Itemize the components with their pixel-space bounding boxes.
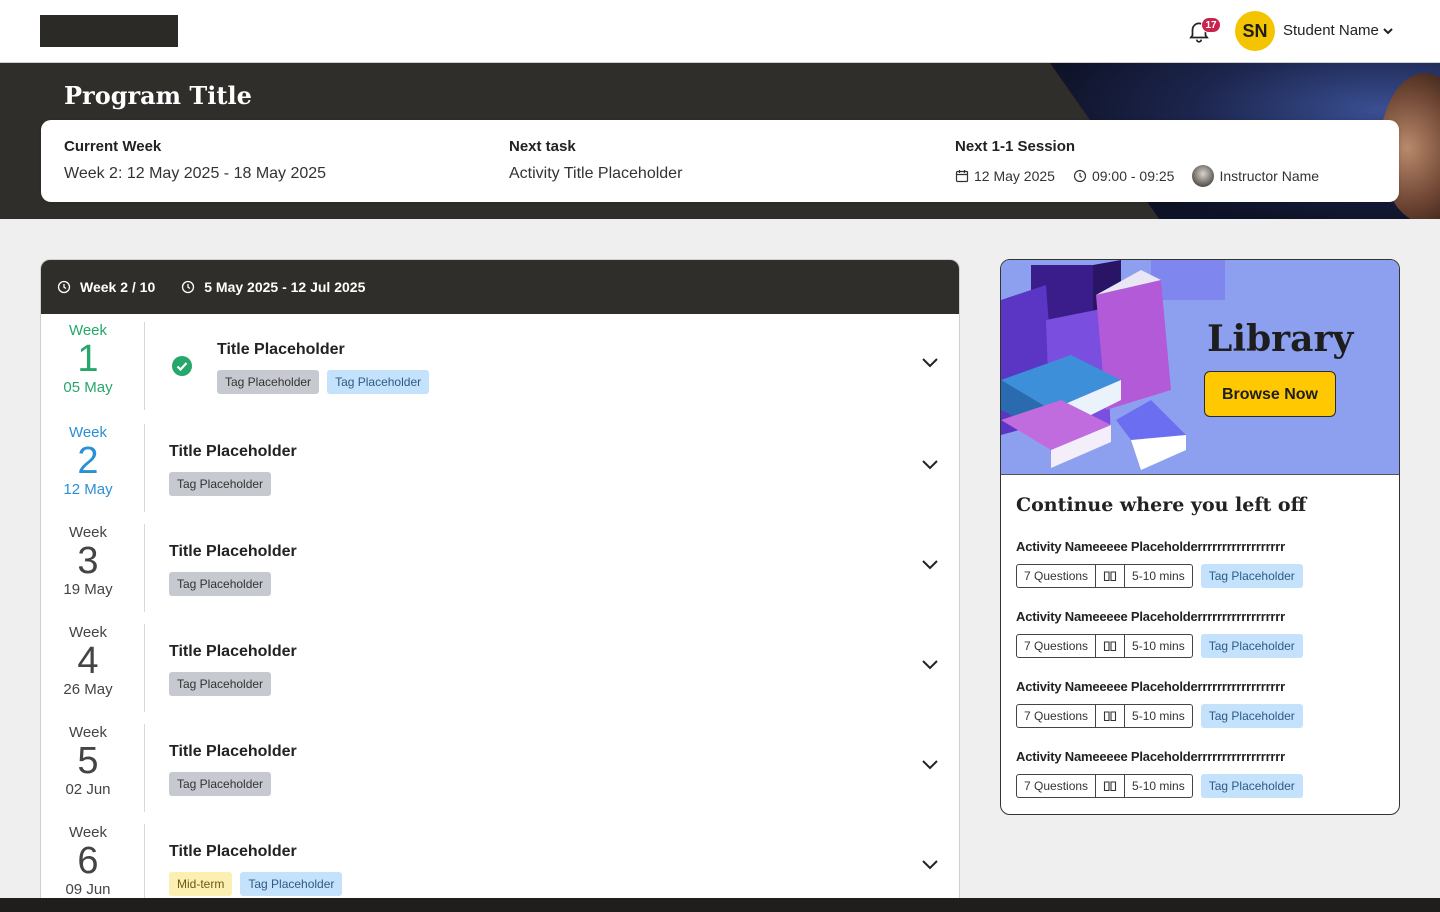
next-task-block[interactable]: Next task Activity Title Placeholder [509, 138, 682, 183]
week-title: Title Placeholder [169, 843, 297, 860]
instructor-name: Instructor Name [1219, 168, 1320, 184]
list-item[interactable]: Activity Nameeeee Placeholderrrrrrrrrrrr… [1016, 679, 1386, 728]
week-title: Title Placeholder [169, 543, 297, 560]
tag: Tag Placeholder [169, 572, 272, 596]
clock-icon [182, 280, 195, 294]
questions-count: 7 Questions [1017, 705, 1097, 727]
book-icon [1096, 565, 1126, 587]
user-name[interactable]: Student Name [1283, 22, 1379, 39]
duration: 5-10 mins [1132, 569, 1185, 583]
questions-count: 7 Questions [1017, 565, 1097, 587]
tag: Tag Placeholder [169, 772, 272, 796]
week-title: Title Placeholder [169, 743, 297, 760]
weeks-header: Week 2 / 10 5 May 2025 - 12 Jul 2025 [41, 260, 959, 314]
activity-name[interactable]: Activity Nameeeee Placeholderrrrrrrrrrrr… [1016, 679, 1386, 694]
clock-icon [1073, 169, 1087, 183]
chevron-down-icon[interactable] [921, 659, 939, 671]
activity-name[interactable]: Activity Nameeeee Placeholderrrrrrrrrrrr… [1016, 749, 1386, 764]
chevron-down-icon[interactable] [921, 459, 939, 471]
tag: Tag Placeholder [1200, 634, 1303, 658]
current-week-value: Week 2: 12 May 2025 - 18 May 2025 [64, 165, 327, 182]
weeks-panel: Week 2 / 10 5 May 2025 - 12 Jul 2025 Wee… [40, 259, 960, 912]
page-title: Program Title [64, 81, 252, 110]
activity-name[interactable]: Activity Nameeeee Placeholderrrrrrrrrrrr… [1016, 609, 1386, 624]
duration: 5-10 mins [1132, 779, 1185, 793]
week-row[interactable]: Week 2 12 May Title Placeholder Tag Plac… [41, 416, 959, 516]
week-title: Title Placeholder [217, 341, 345, 358]
next-session-block: Next 1-1 Session 12 May 2025 09:00 - 09:… [955, 138, 1319, 187]
bottom-bar [0, 898, 1440, 912]
tag: Tag Placeholder [169, 472, 272, 496]
next-task-label: Next task [509, 138, 576, 155]
chevron-down-icon[interactable] [921, 357, 939, 369]
chevron-down-icon[interactable] [921, 759, 939, 771]
duration: 5-10 mins [1132, 639, 1185, 653]
chevron-down-icon[interactable] [921, 859, 939, 871]
week-marker: Week 3 19 May [63, 524, 113, 598]
tag: Mid-term [169, 872, 233, 896]
books-illustration [1001, 260, 1231, 474]
tag: Tag Placeholder [169, 672, 272, 696]
book-icon [1096, 775, 1126, 797]
list-item[interactable]: Activity Nameeeee Placeholderrrrrrrrrrrr… [1016, 539, 1386, 588]
summary-card: Current Week Week 2: 12 May 2025 - 18 Ma… [41, 120, 1399, 202]
week-marker: Week 5 02 Jun [65, 724, 111, 798]
current-week-label: Current Week [64, 138, 162, 155]
book-icon [1096, 705, 1126, 727]
chevron-down-icon[interactable] [1382, 25, 1394, 37]
check-circle-icon [172, 356, 192, 376]
week-marker: Week 6 09 Jun [65, 824, 111, 898]
notification-badge: 17 [1201, 17, 1221, 33]
top-bar: 17 SN Student Name [0, 0, 1440, 63]
week-title: Title Placeholder [169, 643, 297, 660]
week-row[interactable]: Week 1 05 May Title Placeholder Tag Plac… [41, 314, 959, 414]
tag: Tag Placeholder [1200, 774, 1303, 798]
weeks-progress: Week 2 / 10 [80, 279, 156, 295]
week-marker: Week 2 12 May [63, 424, 113, 498]
library-banner: Library Browse Now [1001, 260, 1399, 475]
week-row[interactable]: Week 3 19 May Title Placeholder Tag Plac… [41, 516, 959, 616]
tag: Tag Placeholder [327, 370, 430, 394]
questions-count: 7 Questions [1017, 775, 1097, 797]
avatar[interactable]: SN [1235, 11, 1275, 51]
library-panel: Library Browse Now Continue where you le… [1000, 259, 1400, 815]
browse-now-button[interactable]: Browse Now [1204, 371, 1336, 417]
session-date: 12 May 2025 [974, 168, 1055, 184]
logo[interactable] [40, 15, 178, 47]
week-marker: Week 4 26 May [63, 624, 113, 698]
tag: Tag Placeholder [217, 370, 320, 394]
tag: Tag Placeholder [1200, 564, 1303, 588]
current-week-block: Current Week Week 2: 12 May 2025 - 18 Ma… [64, 138, 326, 183]
list-item[interactable]: Activity Nameeeee Placeholderrrrrrrrrrrr… [1016, 749, 1386, 798]
tag: Tag Placeholder [1200, 704, 1303, 728]
activity-name[interactable]: Activity Nameeeee Placeholderrrrrrrrrrrr… [1016, 539, 1386, 554]
questions-count: 7 Questions [1017, 635, 1097, 657]
library-title: Library [1207, 318, 1354, 360]
week-marker: Week 1 05 May [63, 322, 113, 396]
next-session-label: Next 1-1 Session [955, 138, 1076, 155]
clock-icon [57, 280, 71, 294]
tag: Tag Placeholder [240, 872, 343, 896]
calendar-icon [955, 170, 969, 183]
duration: 5-10 mins [1132, 709, 1185, 723]
instructor-avatar [1192, 165, 1215, 187]
list-item[interactable]: Activity Nameeeee Placeholderrrrrrrrrrrr… [1016, 609, 1386, 658]
chevron-down-icon[interactable] [921, 559, 939, 571]
next-task-value[interactable]: Activity Title Placeholder [509, 165, 682, 183]
weeks-range: 5 May 2025 - 12 Jul 2025 [204, 279, 366, 295]
week-title: Title Placeholder [169, 443, 297, 460]
week-row[interactable]: Week 4 26 May Title Placeholder Tag Plac… [41, 616, 959, 716]
session-time: 09:00 - 09:25 [1091, 168, 1175, 184]
week-row[interactable]: Week 5 02 Jun Title Placeholder Tag Plac… [41, 716, 959, 816]
book-icon [1096, 635, 1126, 657]
continue-title: Continue where you left off [1016, 494, 1307, 516]
